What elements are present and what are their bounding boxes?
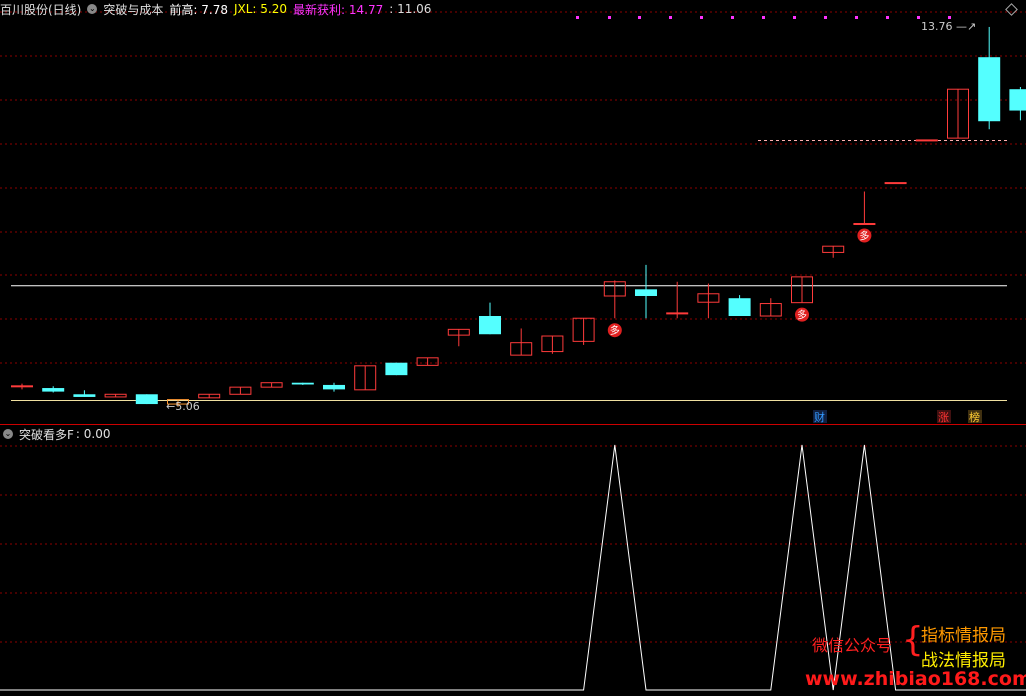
candle-body: [11, 385, 33, 388]
top-dot: [793, 16, 796, 19]
chevron-down-icon[interactable]: ⌄: [87, 4, 98, 14]
top-dot: [669, 16, 672, 19]
top-dot: [948, 16, 951, 19]
candle-body: [884, 182, 907, 185]
top-dot: [731, 16, 734, 19]
candle-body: [291, 382, 314, 385]
chevron-down-icon[interactable]: ⌄: [3, 429, 13, 439]
top-header: 百川股份(日线) ⌄ 突破与成本 前高: 7.78 JXL: 5.20 最新获利…: [0, 0, 437, 18]
duo-label: 多: [610, 324, 620, 337]
watermark-left: 微信公众号: [812, 636, 893, 655]
top-dot: [855, 16, 858, 19]
duo-label: 多: [797, 309, 807, 322]
candle-body: [385, 362, 408, 376]
duo-label: 多: [859, 230, 869, 243]
metric-jxl: JXL: 5.20: [233, 2, 287, 16]
metric-cost: : 11.06: [389, 2, 432, 16]
candle-body: [42, 388, 65, 392]
top-dot: [824, 16, 827, 19]
sub-header: ⌄ 突破看多F : 0.00: [0, 425, 116, 443]
stock-title: 百川股份(日线): [0, 2, 82, 17]
top-dot: [638, 16, 641, 19]
indicator-title[interactable]: 突破与成本: [103, 1, 163, 18]
top-dot: [762, 16, 765, 19]
candle-body: [1009, 89, 1026, 111]
candle-body: [479, 316, 501, 335]
candle-body: [635, 289, 657, 296]
tag-label: 财: [814, 410, 825, 424]
watermark-right-top: 指标情报局: [921, 626, 1006, 646]
sub-indicator-value: : 0.00: [75, 427, 111, 441]
top-dot: [886, 16, 889, 19]
candle-body: [135, 394, 158, 405]
candle-body: [73, 394, 96, 397]
top-dot: [917, 16, 920, 19]
high-label: 13.76 —↗: [921, 20, 976, 33]
low-label: ←5.06: [166, 400, 200, 413]
watermark-url: www.zhibiao168.com: [805, 668, 1026, 690]
top-dot: [700, 16, 703, 19]
candle-body: [853, 223, 876, 226]
chart-canvas: 多多多←5.0613.76 —↗财涨榜: [0, 11, 1026, 691]
metric-latest-profit: 最新获利: 14.77: [293, 2, 384, 17]
sub-indicator-title[interactable]: 突破看多F: [19, 426, 74, 443]
candle-body: [978, 57, 1001, 122]
tag-label: 榜: [969, 410, 980, 424]
candle-body: [666, 312, 689, 315]
tag-label: 涨: [938, 411, 949, 424]
top-dot: [608, 16, 611, 19]
candle-body: [323, 384, 345, 390]
candle-body: [915, 139, 938, 142]
candle-body: [728, 298, 751, 317]
top-dot: [576, 16, 579, 19]
metric-prev-high: 前高: 7.78: [169, 2, 228, 17]
